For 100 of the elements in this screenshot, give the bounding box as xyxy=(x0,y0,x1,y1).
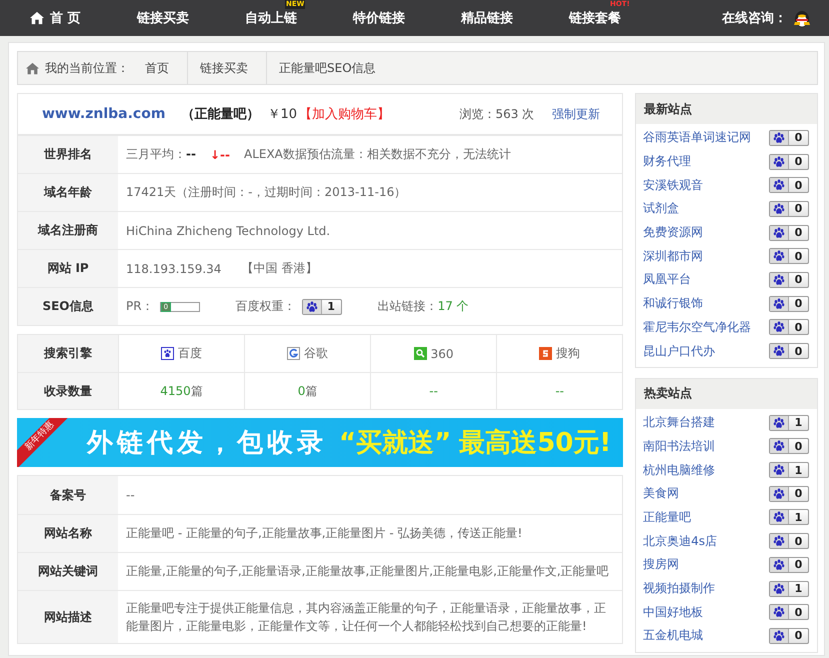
baidu-weight-badge: 0 xyxy=(769,154,809,170)
baidu-weight-badge: 1 xyxy=(769,580,809,597)
paw-icon xyxy=(773,250,785,262)
site-link[interactable]: 正能量吧 xyxy=(643,508,692,526)
paw-icon xyxy=(773,606,785,618)
paw-icon xyxy=(773,132,785,144)
nav-link[interactable]: 自动上链 xyxy=(245,9,297,27)
paw-icon xyxy=(773,511,785,524)
breadcrumb-link[interactable]: 正能量吧SEO信息 xyxy=(267,52,394,84)
add-to-cart-link[interactable]: 【加入购物车】 xyxy=(298,105,390,123)
baidu-weight-badge: 0 xyxy=(769,296,809,312)
refresh-link[interactable]: 强制更新 xyxy=(552,106,600,122)
penguin-icon[interactable] xyxy=(793,8,811,28)
site-link[interactable]: 北京奥迪4s店 xyxy=(643,532,718,550)
paw-icon xyxy=(773,274,785,286)
site-link[interactable]: 北京舞台搭建 xyxy=(643,414,716,432)
site-link[interactable]: 南阳书法培训 xyxy=(643,438,716,455)
baidu-weight-badge: 1 xyxy=(769,462,809,478)
info-value: 正能量,正能量的句子,正能量语录,正能量故事,正能量图片,正能量电影,正能量作文,正能量吧 xyxy=(126,563,609,580)
info-value: -- xyxy=(126,488,135,502)
site-link[interactable]: 免费资源网 xyxy=(643,224,704,242)
banner-text: 外链代发，包收录 xyxy=(87,427,327,460)
paw-icon xyxy=(773,321,785,334)
row-label: 网站描述 xyxy=(18,591,118,643)
site-link[interactable]: 中国好地板 xyxy=(643,604,704,621)
site-link[interactable]: 和诚行银饰 xyxy=(643,295,704,312)
home-icon xyxy=(30,11,44,25)
price: ￥10 xyxy=(267,106,297,123)
engine-name: 360 xyxy=(430,346,454,360)
nav-link[interactable]: 链接套餐 xyxy=(569,9,621,27)
info-value: 正能量吧 - 正能量的句子,正能量故事,正能量图片 - 弘扬美德，传送正能量! xyxy=(126,525,522,542)
nav-link[interactable]: 精品链接 xyxy=(461,9,513,27)
site-link[interactable]: 财务代理 xyxy=(643,153,692,170)
site-link[interactable]: 深圳都市网 xyxy=(643,248,704,265)
baidu-weight-badge: 0 xyxy=(769,438,809,454)
views-count: 浏览：563 次 xyxy=(459,106,534,122)
site-link[interactable]: 搜房网 xyxy=(643,556,680,574)
baidu-weight-badge: 0 xyxy=(769,177,809,194)
paw-icon xyxy=(773,156,785,168)
paw-icon xyxy=(773,179,785,192)
promo-banner[interactable]: 新年特惠 外链代发，包收录 “买就送” 最高送50元! xyxy=(17,418,624,467)
site-link[interactable]: 安溪铁观音 xyxy=(643,176,704,194)
rank-value: -- xyxy=(186,147,196,161)
nav-link[interactable]: 特价链接 xyxy=(353,9,405,27)
row-label: 域名注册商 xyxy=(18,212,118,249)
ip-location: 【中国 香港】 xyxy=(241,260,318,277)
domain-link[interactable]: www.znlba.com xyxy=(42,106,166,122)
outlinks-label: 出站链接： xyxy=(378,299,438,313)
breadcrumb-link[interactable]: 链接买卖 xyxy=(188,52,267,84)
nav-link[interactable]: 链接买卖 xyxy=(137,9,189,27)
row-label: 网站关键词 xyxy=(18,553,118,590)
baidu-weight-badge: 0 xyxy=(769,556,809,573)
site-link[interactable]: 五金机电城 xyxy=(643,627,704,644)
site-link[interactable]: 美食网 xyxy=(643,485,680,502)
index-count: -- xyxy=(429,384,438,398)
site-link[interactable]: 试剂盒 xyxy=(643,200,680,218)
breadcrumb-label: 我的当前位置： xyxy=(45,60,129,76)
panel-title: 最新站点 xyxy=(636,94,817,124)
site-name: （正能量吧） xyxy=(181,106,260,123)
engine-name: 百度 xyxy=(178,345,202,362)
paw-icon xyxy=(306,300,318,312)
site-link[interactable]: 霍尼韦尔空气净化器 xyxy=(643,318,752,336)
baidu-weight-badge: 0 xyxy=(769,604,809,620)
outlinks-value: 17 个 xyxy=(438,299,469,313)
paw-icon xyxy=(161,347,174,360)
baidu-weight-label: 百度权重： xyxy=(236,298,296,315)
index-count: -- xyxy=(555,384,564,398)
ip-address: 118.193.159.34 xyxy=(126,262,222,276)
alexa-text: ALEXA数据预估流量：相关数据不充分，无法统计 xyxy=(244,146,511,163)
site-link[interactable]: 昆山户口代办 xyxy=(643,342,716,360)
engine-name: 搜狗 xyxy=(556,345,580,362)
baidu-weight-badge: 0 xyxy=(769,224,809,241)
baidu-weight-badge: 0 xyxy=(769,628,809,644)
paw-icon xyxy=(773,298,785,310)
site-link[interactable]: 凤凰平台 xyxy=(643,271,692,288)
rank-trend: ↓-- xyxy=(210,148,230,162)
engine-name: 谷歌 xyxy=(304,345,328,362)
paw-icon xyxy=(773,535,785,548)
baidu-weight-badge: 1 xyxy=(302,298,342,314)
paw-icon xyxy=(773,416,785,429)
site-link[interactable]: 视频拍摄制作 xyxy=(643,580,716,598)
paw-icon xyxy=(773,464,785,476)
paw-icon xyxy=(773,630,785,642)
g-logo-icon xyxy=(287,347,300,360)
breadcrumb-link[interactable]: 首页 xyxy=(145,52,188,84)
row-label: 域名年龄 xyxy=(18,174,118,211)
row-label: 搜索引擎 xyxy=(18,335,118,372)
row-label: 世界排名 xyxy=(18,136,118,173)
site-link[interactable]: 杭州电脑维修 xyxy=(643,462,716,479)
s-logo-icon xyxy=(539,347,552,360)
index-count: 0篇 xyxy=(298,382,318,400)
nav-link[interactable]: 首 页 xyxy=(30,9,81,27)
pr-label: PR： xyxy=(126,298,154,315)
info-value: HiChina Zhicheng Technology Ltd. xyxy=(126,224,330,238)
baidu-weight-badge: 0 xyxy=(769,130,809,146)
baidu-weight-badge: 0 xyxy=(769,200,809,217)
baidu-weight-badge: 0 xyxy=(769,343,809,360)
search-icon xyxy=(414,347,427,360)
site-link[interactable]: 谷雨英语单词速记网 xyxy=(643,129,752,146)
row-label: 备案号 xyxy=(18,476,118,514)
